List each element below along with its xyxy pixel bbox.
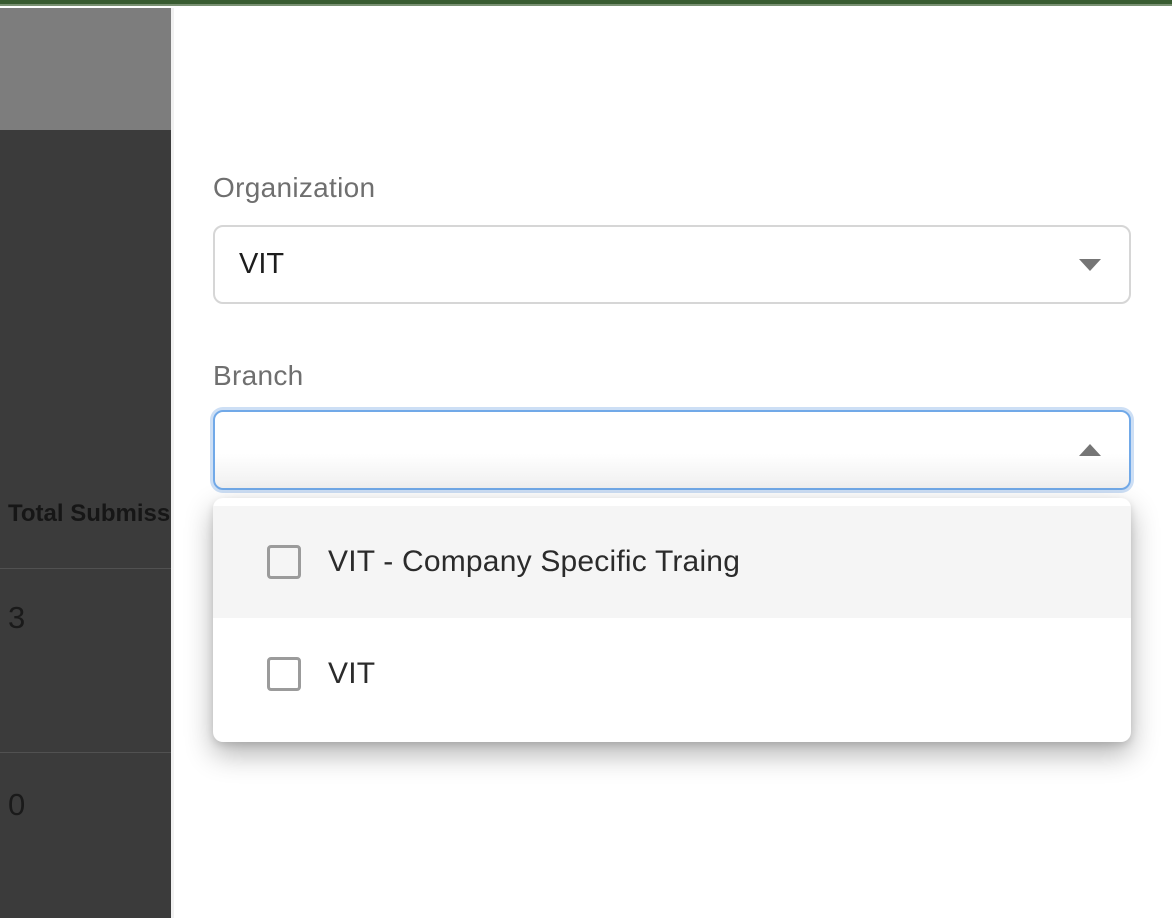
top-accent-bar	[0, 0, 1172, 6]
backdrop-gray-block	[0, 8, 171, 130]
checkbox-unchecked-icon[interactable]	[267, 545, 301, 579]
organization-selected-value: VIT	[239, 248, 284, 281]
branch-label: Branch	[213, 360, 304, 392]
table-cell-value: 0	[8, 789, 25, 820]
chevron-down-icon	[1079, 259, 1101, 271]
branch-option-vit[interactable]: VIT	[213, 618, 1131, 730]
dimmed-backdrop[interactable]: Total Submissio 3 0	[0, 8, 171, 918]
branch-option-label: VIT	[328, 657, 375, 691]
table-row-divider	[0, 568, 171, 569]
table-row-divider	[0, 752, 171, 753]
organization-label: Organization	[213, 172, 375, 204]
branch-option-label: VIT - Company Specific Traing	[328, 545, 740, 579]
chevron-up-icon	[1079, 444, 1101, 456]
table-cell-value: 3	[8, 602, 25, 633]
branch-select-focused[interactable]	[213, 410, 1131, 490]
branch-options-menu: VIT - Company Specific Traing VIT	[213, 498, 1131, 742]
background-table-header: Total Submissio	[8, 500, 171, 528]
filter-panel: Organization VIT Branch VIT - Company Sp…	[171, 8, 1172, 918]
branch-option-company-specific[interactable]: VIT - Company Specific Traing	[213, 506, 1131, 618]
organization-select[interactable]: VIT	[213, 225, 1131, 304]
checkbox-unchecked-icon[interactable]	[267, 657, 301, 691]
